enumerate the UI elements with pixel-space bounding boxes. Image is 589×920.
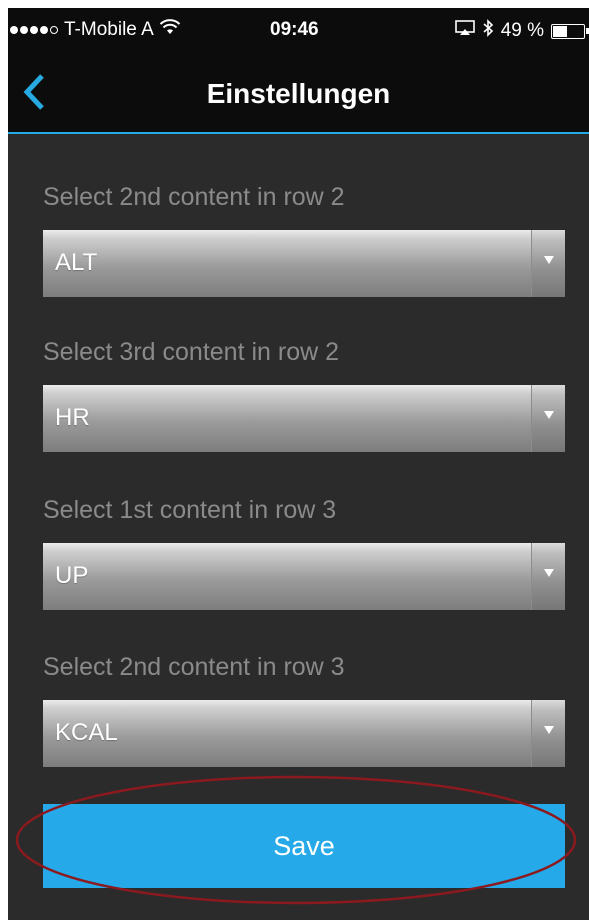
select-value: KCAL: [55, 719, 118, 746]
settings-content: Select 2nd content in row 2 ALT Select 3…: [8, 134, 589, 920]
field-label: Select 2nd content in row 2: [43, 183, 345, 211]
airplay-icon: [454, 20, 475, 42]
field-row2-2nd: Select 2nd content in row 2 ALT: [43, 180, 565, 297]
content-select-row3-2nd[interactable]: KCAL: [43, 700, 565, 767]
nav-bar: Einstellungen: [8, 52, 589, 134]
signal-strength-icon: [10, 26, 58, 34]
battery-percent: 49 %: [500, 20, 544, 41]
save-button[interactable]: Save: [43, 804, 565, 888]
field-row3-1st: Select 1st content in row 3 UP: [43, 493, 565, 610]
phone-screen: T-Mobile A 09:46 49 % Einstellungen Sele…: [8, 8, 589, 920]
status-left: T-Mobile A: [10, 19, 180, 41]
battery-icon: [551, 23, 589, 39]
dropdown-arrow-icon[interactable]: [531, 385, 565, 452]
status-time: 09:46: [270, 19, 319, 40]
battery-fill: [553, 25, 567, 37]
dropdown-arrow-icon[interactable]: [531, 543, 565, 610]
select-value: HR: [55, 404, 90, 431]
select-value: ALT: [55, 249, 98, 276]
dropdown-arrow-icon[interactable]: [531, 230, 565, 297]
status-right: 49 %: [454, 19, 589, 43]
wifi-icon: [159, 19, 180, 41]
carrier-name: T-Mobile A: [64, 19, 154, 40]
field-row3-2nd: Select 2nd content in row 3 KCAL: [43, 650, 565, 767]
field-row2-3rd: Select 3rd content in row 2 HR: [43, 335, 565, 452]
field-label: Select 1st content in row 3: [43, 496, 337, 524]
dropdown-arrow-icon[interactable]: [531, 700, 565, 767]
select-value: UP: [55, 562, 89, 589]
screen: T-Mobile A 09:46 49 % Einstellungen Sele…: [0, 0, 589, 920]
status-bar: T-Mobile A 09:46 49 %: [8, 8, 589, 52]
field-label: Select 3rd content in row 2: [43, 338, 339, 366]
page-title: Einstellungen: [206, 78, 391, 109]
content-select-row2-2nd[interactable]: ALT: [43, 230, 565, 297]
field-label: Select 2nd content in row 3: [43, 653, 345, 681]
content-select-row2-3rd[interactable]: HR: [43, 385, 565, 452]
content-select-row3-1st[interactable]: UP: [43, 543, 565, 610]
bluetooth-icon: [482, 19, 494, 43]
